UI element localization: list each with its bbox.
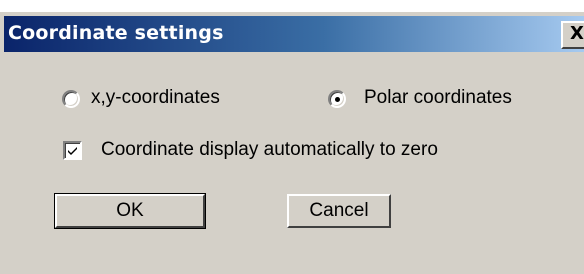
- title-bar[interactable]: Coordinate settings X: [4, 16, 584, 52]
- radio-xy-coordinates[interactable]: [62, 90, 80, 108]
- close-button[interactable]: X: [561, 21, 584, 49]
- window-title: Coordinate settings: [8, 22, 224, 44]
- radio-selected-dot: [335, 97, 340, 102]
- radio-xy-label[interactable]: x,y-coordinates: [91, 87, 220, 109]
- checkmark-icon: [68, 147, 77, 155]
- cancel-button[interactable]: Cancel: [287, 194, 391, 228]
- radio-polar-label[interactable]: Polar coordinates: [364, 87, 512, 109]
- dialog-window: Coordinate settings X x,y-coordinates Po…: [0, 12, 584, 274]
- ok-button[interactable]: OK: [54, 193, 206, 229]
- close-icon: X: [570, 23, 584, 44]
- auto-zero-checkbox[interactable]: [63, 141, 82, 160]
- auto-zero-label[interactable]: Coordinate display automatically to zero: [101, 139, 438, 161]
- radio-polar-coordinates[interactable]: [328, 90, 346, 108]
